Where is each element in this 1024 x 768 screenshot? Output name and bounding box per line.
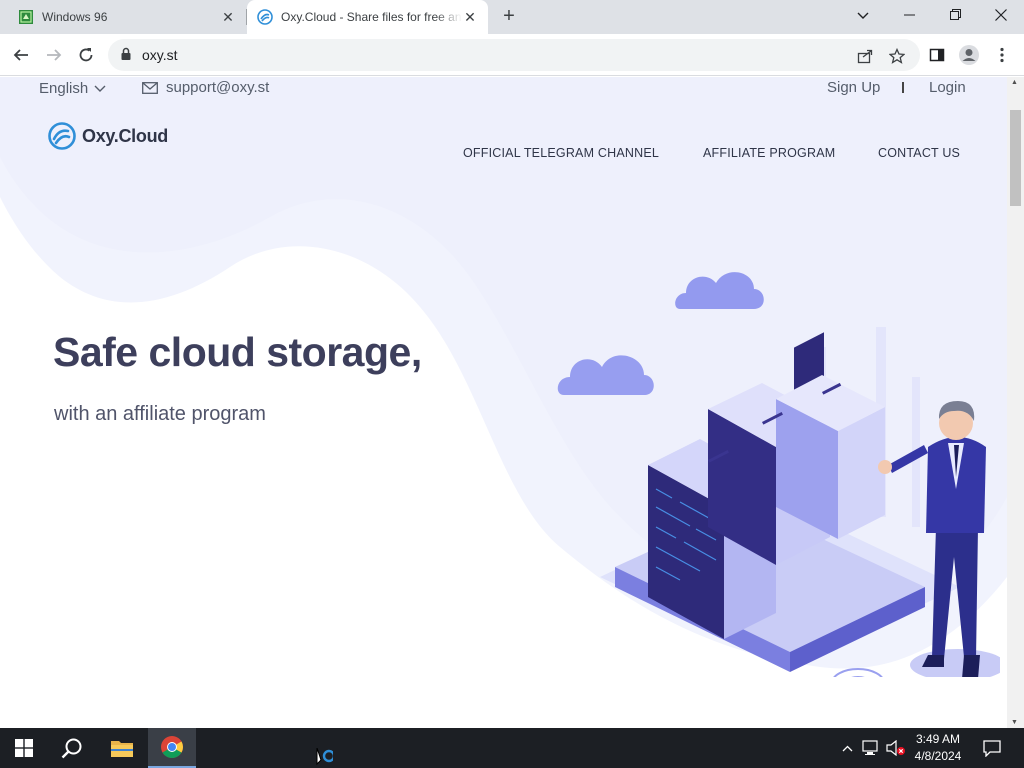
bookmark-star-icon[interactable] bbox=[886, 45, 908, 67]
forward-button[interactable] bbox=[41, 42, 67, 68]
restore-button[interactable] bbox=[932, 0, 978, 30]
search-button[interactable] bbox=[48, 728, 96, 768]
tab-title: Windows 96 bbox=[42, 10, 108, 24]
show-hidden-icons-chevron-icon[interactable] bbox=[838, 728, 856, 768]
tab-search-chevron-icon[interactable] bbox=[840, 0, 886, 30]
scrollbar-thumb[interactable] bbox=[1010, 110, 1021, 206]
notifications-icon[interactable] bbox=[978, 728, 1006, 768]
menu-kebab-icon[interactable] bbox=[989, 42, 1015, 68]
lock-icon[interactable] bbox=[120, 47, 132, 66]
new-tab-button[interactable]: + bbox=[498, 6, 520, 28]
clock-date: 4/8/2024 bbox=[914, 749, 962, 763]
address-bar[interactable]: oxy.st bbox=[108, 39, 920, 71]
scroll-down-arrow-icon[interactable]: ▼ bbox=[1011, 719, 1018, 726]
language-selector[interactable]: English bbox=[39, 80, 106, 97]
browser-toolbar: oxy.st bbox=[0, 34, 1024, 76]
reload-button[interactable] bbox=[73, 42, 99, 68]
nav-affiliate-program[interactable]: AFFILIATE PROGRAM bbox=[703, 146, 835, 160]
windows-taskbar: 3:49 AM 4/8/2024 bbox=[0, 728, 1024, 768]
windows96-icon bbox=[18, 9, 34, 25]
nav-contact-us[interactable]: CONTACT US bbox=[878, 146, 960, 160]
clock-time: 3:49 AM bbox=[915, 732, 961, 746]
login-link[interactable]: Login bbox=[929, 79, 966, 96]
profile-avatar-icon[interactable] bbox=[956, 42, 982, 68]
tab-oxycloud[interactable]: Oxy.Cloud - Share files for free and ✕ bbox=[247, 0, 488, 34]
back-button[interactable] bbox=[8, 42, 34, 68]
auth-divider bbox=[902, 82, 904, 93]
tab-close-icon[interactable]: ✕ bbox=[220, 9, 236, 25]
oxycloud-icon bbox=[257, 9, 273, 25]
file-explorer-icon bbox=[111, 741, 133, 757]
nav-telegram-channel[interactable]: OFFICIAL TELEGRAM CHANNEL bbox=[463, 146, 659, 160]
share-icon[interactable] bbox=[854, 45, 876, 67]
url-text[interactable]: oxy.st bbox=[142, 47, 178, 63]
tab-windows96[interactable]: Windows 96 ✕ bbox=[8, 0, 246, 34]
hero-subtitle: with an affiliate program bbox=[54, 403, 266, 425]
server-illustration bbox=[557, 272, 1000, 677]
file-explorer-button[interactable] bbox=[98, 728, 146, 768]
web-page: English support@oxy.st Sign Up Login Oxy… bbox=[0, 77, 1024, 728]
minimize-button[interactable] bbox=[886, 0, 932, 30]
support-email-link[interactable]: support@oxy.st bbox=[142, 79, 269, 96]
close-window-button[interactable] bbox=[978, 0, 1024, 30]
tab-title: Oxy.Cloud - Share files for free and bbox=[281, 10, 462, 24]
scroll-up-arrow-icon[interactable]: ▲ bbox=[1011, 79, 1018, 86]
network-icon[interactable] bbox=[860, 728, 882, 768]
oxycloud-logo-icon bbox=[48, 122, 76, 150]
browser-tab-strip: Windows 96 ✕ Oxy.Cloud - Share files for… bbox=[0, 0, 1024, 34]
signup-link[interactable]: Sign Up bbox=[827, 79, 880, 96]
windows-logo-icon bbox=[15, 739, 33, 757]
language-label: English bbox=[39, 80, 89, 97]
chrome-taskbar-button[interactable] bbox=[148, 728, 196, 768]
mail-icon bbox=[142, 81, 158, 94]
side-panel-icon[interactable] bbox=[924, 42, 950, 68]
site-logo[interactable]: Oxy.Cloud bbox=[48, 122, 168, 150]
cursor-busy-icon bbox=[300, 728, 340, 768]
volume-muted-icon[interactable] bbox=[884, 728, 908, 768]
hero-title: Safe cloud storage, bbox=[53, 329, 422, 375]
tab-close-icon[interactable]: ✕ bbox=[462, 9, 478, 25]
chevron-down-icon bbox=[94, 85, 106, 92]
logo-text: Oxy.Cloud bbox=[82, 125, 168, 146]
system-clock[interactable]: 3:49 AM 4/8/2024 bbox=[908, 731, 968, 765]
chrome-icon bbox=[161, 736, 183, 758]
start-button[interactable] bbox=[0, 728, 48, 768]
search-icon bbox=[61, 738, 82, 759]
page-scrollbar[interactable]: ▲ ▼ bbox=[1007, 77, 1024, 728]
support-email: support@oxy.st bbox=[166, 79, 270, 96]
